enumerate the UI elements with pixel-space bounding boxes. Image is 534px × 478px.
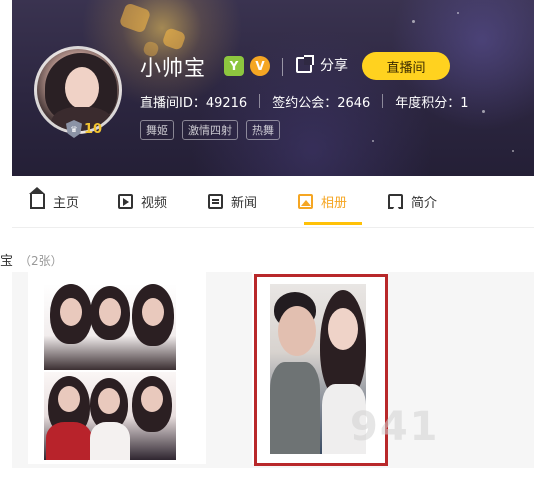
tab-label: 相册 xyxy=(321,196,348,211)
tab-label: 简介 xyxy=(411,196,438,211)
share-button[interactable]: 分享 xyxy=(296,55,348,75)
album-header: 宝 （2张） xyxy=(0,250,63,269)
sparkle-decoration xyxy=(512,150,514,152)
tag-item[interactable]: 激情四射 xyxy=(182,120,238,140)
level-badge: ♛ 10 xyxy=(64,120,106,138)
bokeh-decoration xyxy=(118,2,152,34)
shield-icon: ♛ xyxy=(66,120,82,138)
sparkle-decoration xyxy=(412,20,415,23)
bookmark-icon xyxy=(388,194,403,209)
bokeh-decoration xyxy=(161,27,187,51)
tab-album[interactable]: 相册 xyxy=(298,192,347,211)
watermark: 941 xyxy=(350,404,440,450)
album-count: （2张） xyxy=(19,254,63,268)
album-photo[interactable] xyxy=(44,372,176,460)
stats-row: 直播间ID：49216 签约公会：2646 年度积分：1 xyxy=(140,92,487,111)
annual-points: 年度积分：1 xyxy=(395,96,469,111)
share-label: 分享 xyxy=(320,58,348,74)
tab-label: 新闻 xyxy=(231,196,258,211)
news-icon xyxy=(208,194,223,209)
sparkle-decoration xyxy=(457,12,459,14)
divider xyxy=(282,58,283,76)
divider xyxy=(382,94,384,108)
tab-label: 主页 xyxy=(53,196,80,211)
tag-item[interactable]: 舞姬 xyxy=(140,120,174,140)
profile-banner: ♛ 10 小帅宝 Y V 分享 直播间 直播间ID：49216 签约公会：264… xyxy=(12,0,534,176)
divider xyxy=(259,94,261,108)
tab-intro[interactable]: 简介 xyxy=(388,192,437,211)
tag-item[interactable]: 热舞 xyxy=(246,120,280,140)
album-card[interactable] xyxy=(28,272,206,464)
profile-tabs: 主页 视频 新闻 相册 简介 xyxy=(12,176,534,228)
tag-list: 舞姬 激情四射 热舞 xyxy=(140,120,280,140)
live-room-button[interactable]: 直播间 xyxy=(362,52,450,80)
tab-home[interactable]: 主页 xyxy=(29,187,80,211)
album-title: 宝 xyxy=(0,254,14,269)
guild-id: 签约公会：2646 xyxy=(272,96,371,111)
active-tab-indicator xyxy=(304,222,362,225)
sparkle-decoration xyxy=(372,140,374,142)
level-number: 10 xyxy=(84,121,103,137)
room-id: 直播间ID：49216 xyxy=(140,96,248,111)
verified-y-icon: Y xyxy=(224,56,244,76)
home-icon xyxy=(29,187,45,209)
tab-news[interactable]: 新闻 xyxy=(208,192,257,211)
tab-video[interactable]: 视频 xyxy=(118,192,167,211)
album-icon xyxy=(298,194,313,209)
vip-v-icon: V xyxy=(250,56,270,76)
streamer-name: 小帅宝 xyxy=(140,56,206,80)
tab-label: 视频 xyxy=(141,196,168,211)
video-icon xyxy=(118,194,133,209)
album-photo[interactable] xyxy=(44,284,176,370)
share-icon xyxy=(296,55,314,73)
